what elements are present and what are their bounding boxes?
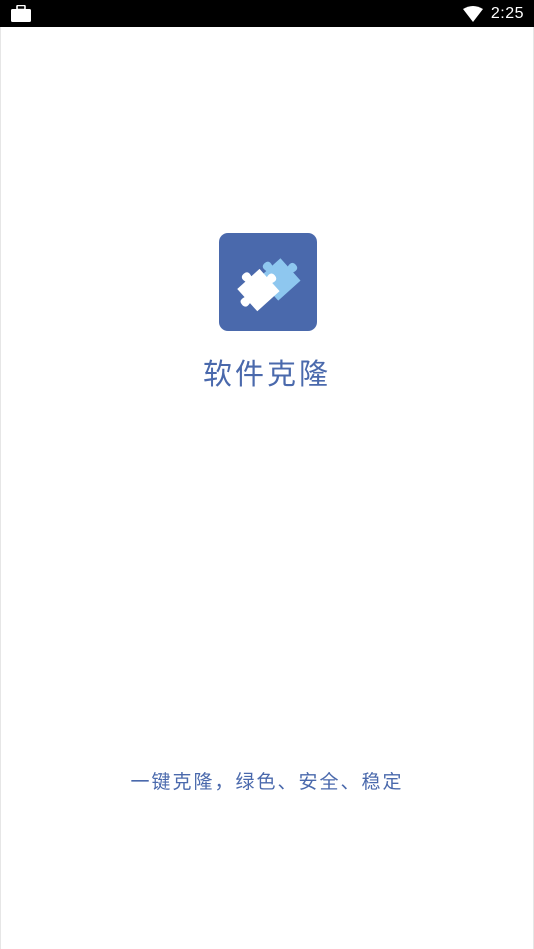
wifi-icon [462,5,483,22]
status-right: 2:25 [462,0,524,27]
app-name: 软件克隆 [202,357,331,391]
puzzle-icon [219,233,317,331]
splash-screen: 软件克隆 一键克隆，绿色、安全、稳定 [0,27,534,949]
app-logo [219,233,317,331]
status-bar: 2:25 [0,0,534,27]
briefcase-icon [10,4,32,22]
status-time: 2:25 [490,4,524,22]
tagline: 一键克隆，绿色、安全、稳定 [130,771,404,793]
